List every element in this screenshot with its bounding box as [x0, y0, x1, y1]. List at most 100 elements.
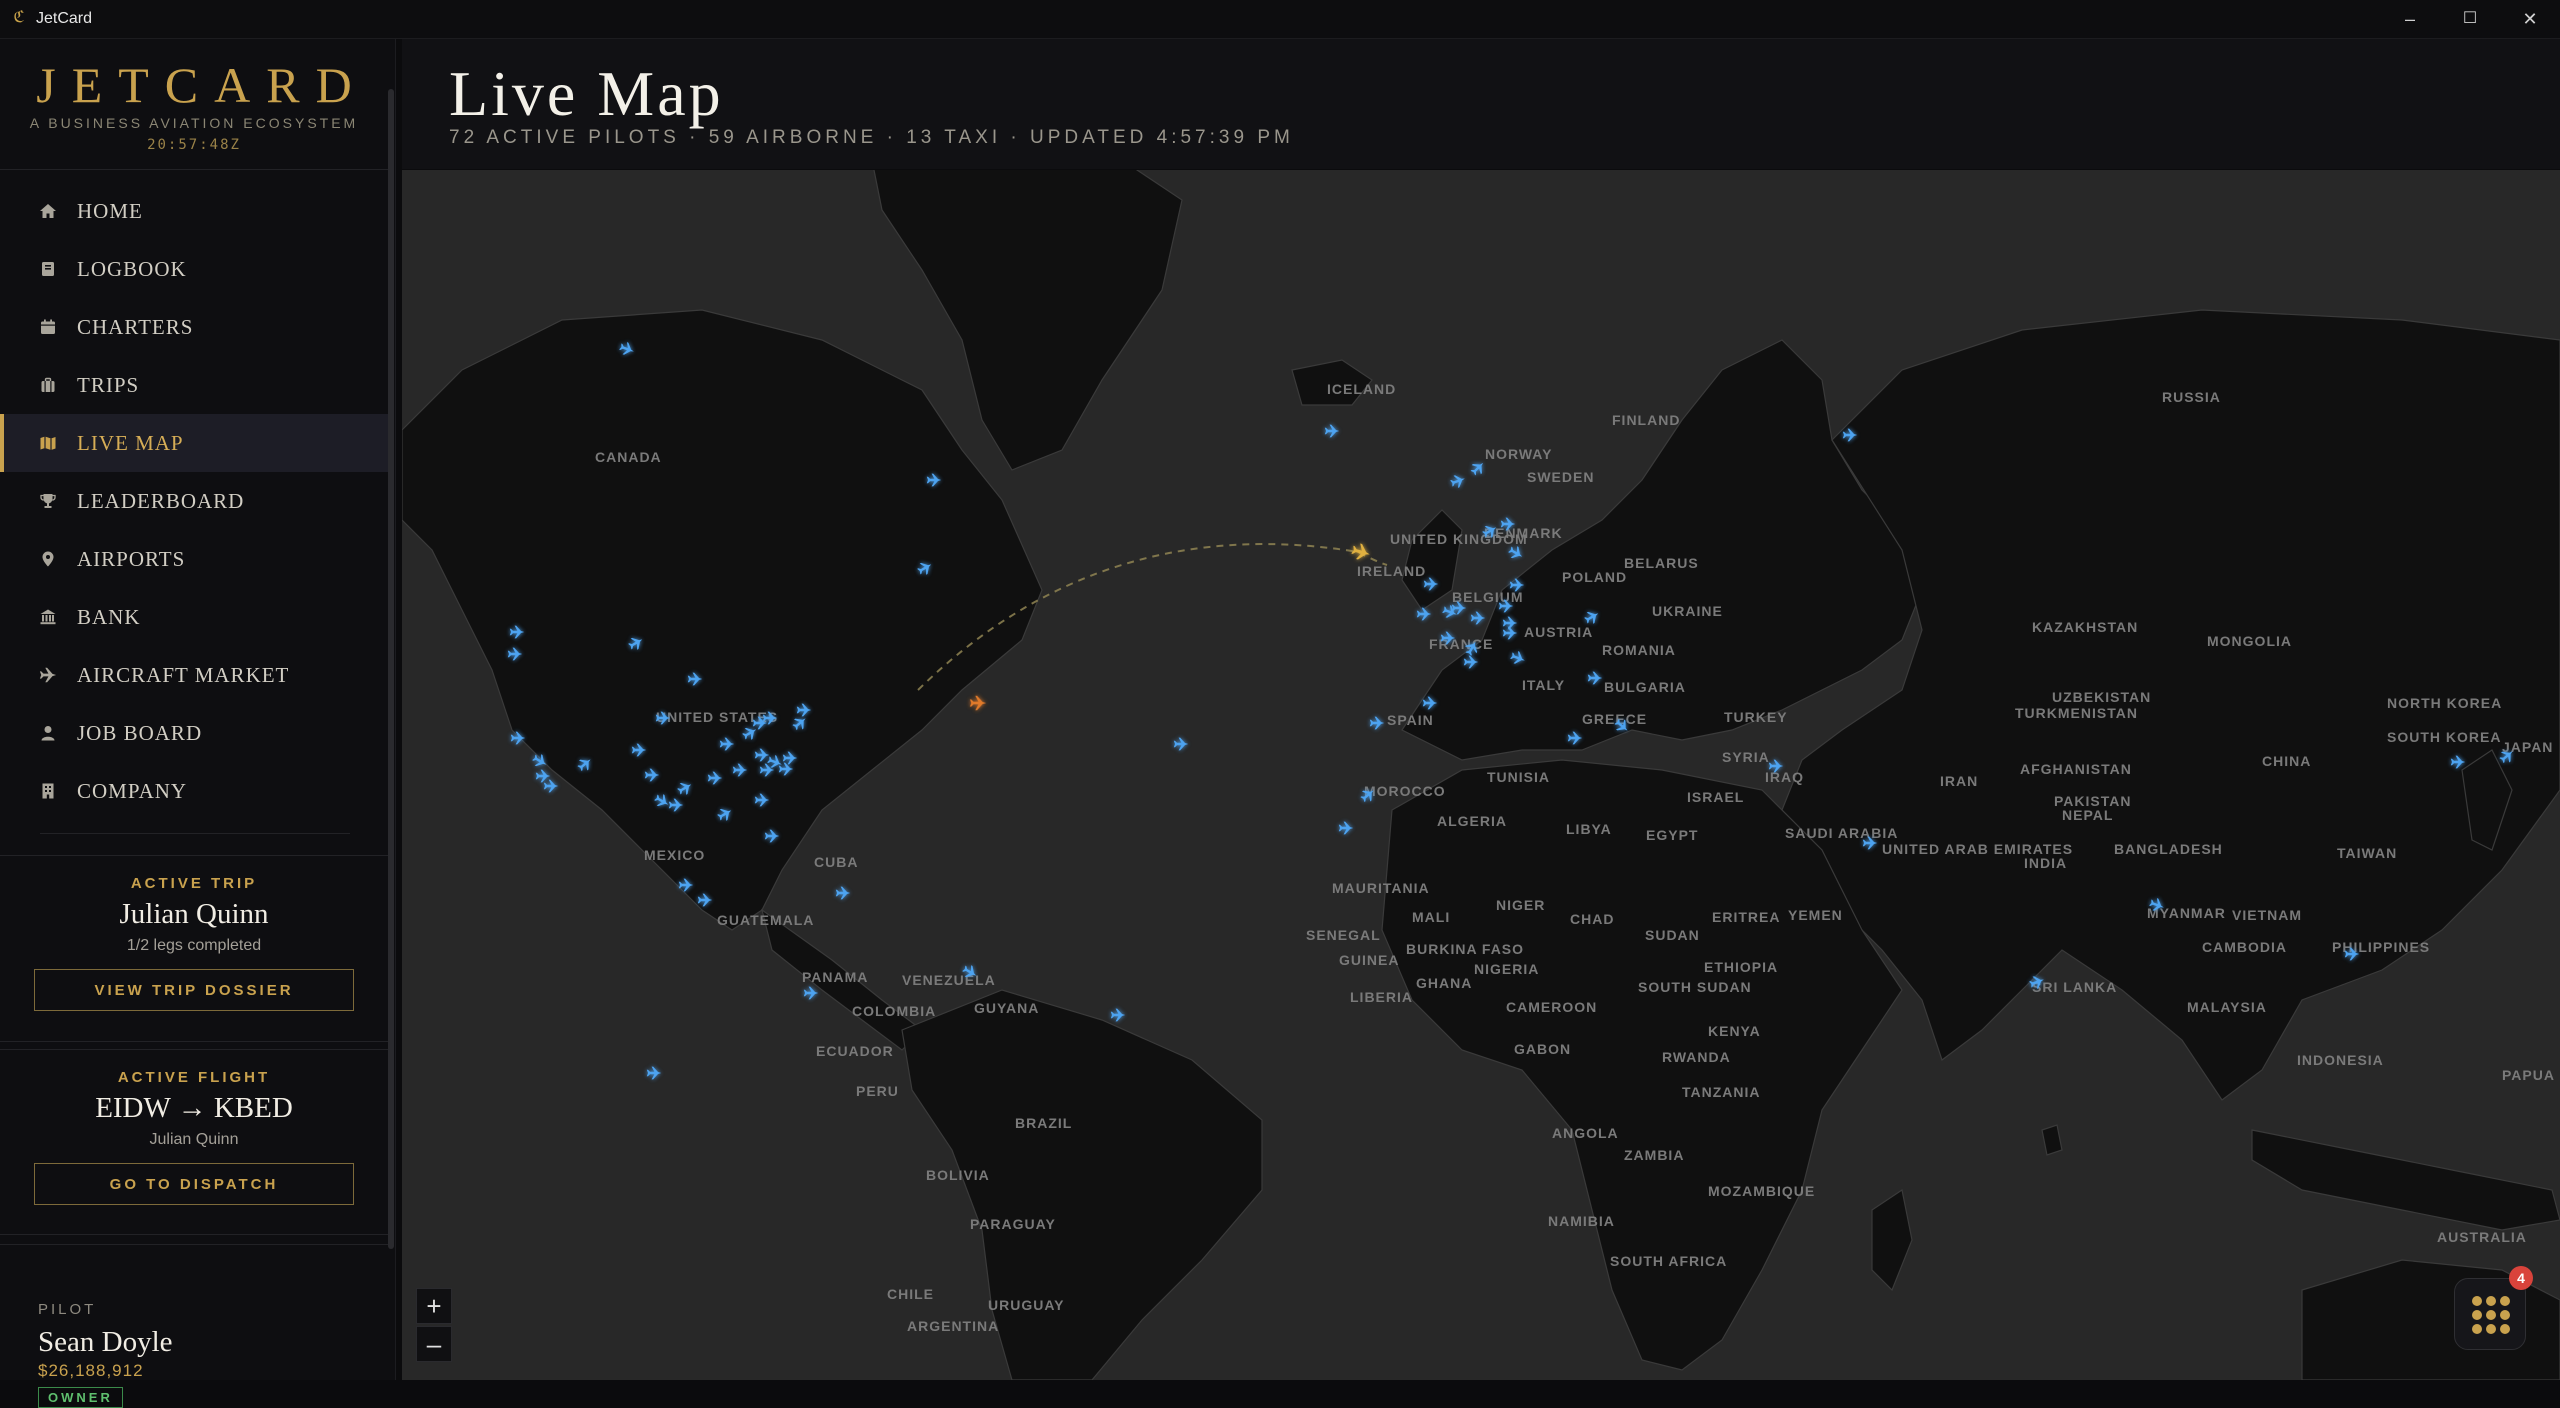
sidebar-item-trips[interactable]: TRIPS — [0, 356, 388, 414]
map-label: TURKEY — [1724, 709, 1788, 725]
aircraft-marker[interactable] — [543, 779, 559, 793]
aircraft-marker[interactable] — [535, 769, 551, 783]
map-label: LIBYA — [1566, 821, 1612, 837]
divider — [0, 855, 388, 856]
sidebar-item-company[interactable]: COMPANY — [0, 762, 388, 820]
map-label: GUYANA — [974, 1000, 1039, 1016]
aircraft-marker[interactable] — [1470, 611, 1486, 625]
map-label: SYRIA — [1722, 749, 1770, 765]
map-label: SOUTH SUDAN — [1638, 979, 1752, 995]
pilot-role-badge: OWNER — [38, 1387, 123, 1408]
map-label: BRAZIL — [1015, 1115, 1072, 1131]
aircraft-marker[interactable] — [1338, 821, 1354, 835]
map-label: BELGIUM — [1452, 589, 1524, 605]
zoom-in-button[interactable]: + — [416, 1288, 452, 1324]
sidebar-item-airports[interactable]: AIRPORTS — [0, 530, 388, 588]
aircraft-marker[interactable] — [1324, 424, 1340, 438]
map-label: TAIWAN — [2337, 845, 2397, 861]
sidebar-item-label: JOB BOARD — [77, 720, 203, 745]
map-label: ZAMBIA — [1624, 1147, 1684, 1163]
map-label: ANGOLA — [1552, 1125, 1619, 1141]
map-label: ALGERIA — [1437, 813, 1507, 829]
world-map[interactable]: ICELAND CANADA NORWAY SWEDEN FINLAND RUS… — [402, 170, 2560, 1380]
grid-icon — [2472, 1296, 2510, 1334]
sidebar-item-label: HOME — [77, 198, 143, 223]
sidebar-item-job-board[interactable]: JOB BOARD — [0, 704, 388, 762]
brand-name: JETCARD — [36, 57, 368, 113]
sidebar-item-leaderboard[interactable]: LEADERBOARD — [0, 472, 388, 530]
map-label: MOROCCO — [1364, 783, 1446, 799]
map-label: BURKINA FASO — [1406, 941, 1524, 957]
map-icon — [38, 433, 58, 453]
active-flight-pilot: Julian Quinn — [149, 1131, 239, 1148]
aircraft-marker[interactable] — [1449, 472, 1467, 490]
zoom-out-button[interactable]: – — [416, 1326, 452, 1362]
sidebar-item-bank[interactable]: BANK — [0, 588, 388, 646]
sidebar-item-label: AIRPORTS — [77, 546, 186, 571]
map-label: FINLAND — [1612, 412, 1680, 428]
map-label: GABON — [1514, 1041, 1571, 1057]
world-map-canvas[interactable]: ICELAND CANADA NORWAY SWEDEN FINLAND RUS… — [402, 170, 2560, 1380]
aircraft-marker[interactable] — [1173, 737, 1189, 751]
sidebar-item-live-map[interactable]: LIVE MAP — [0, 414, 388, 472]
map-label: KAZAKHSTAN — [2032, 619, 2138, 635]
aircraft-marker[interactable] — [1110, 1008, 1126, 1022]
aircraft-marker[interactable] — [1369, 716, 1385, 730]
map-label: GUINEA — [1339, 952, 1399, 968]
map-label: ITALY — [1522, 677, 1565, 693]
view-trip-dossier-button[interactable]: VIEW TRIP DOSSIER — [34, 969, 354, 1011]
map-label: MEXICO — [644, 847, 705, 863]
map-label: BOLIVIA — [926, 1167, 990, 1183]
calendar-icon — [38, 317, 58, 337]
map-label: IRAQ — [1765, 769, 1804, 785]
pilot-card: PILOT Sean Doyle $26,188,912 OWNER — [38, 1301, 173, 1408]
sidebar-item-charters[interactable]: CHARTERS — [0, 298, 388, 356]
map-label: MOZAMBIQUE — [1708, 1183, 1815, 1199]
divider — [0, 1041, 388, 1042]
bank-icon — [38, 607, 58, 627]
map-label: GUATEMALA — [717, 912, 814, 928]
aircraft-marker[interactable] — [1416, 607, 1432, 621]
map-label: GHANA — [1416, 975, 1472, 991]
aircraft-marker[interactable] — [803, 986, 819, 1000]
map-label: LIBERIA — [1350, 989, 1413, 1005]
map-label: INDIA — [2024, 855, 2067, 871]
window-titlebar: ℭ JetCard – ☐ ✕ — [0, 0, 2560, 39]
map-label: CHINA — [2262, 753, 2311, 769]
map-label: MONGOLIA — [2207, 633, 2292, 649]
page-subtitle: 72 ACTIVE PILOTS · 59 AIRBORNE · 13 TAXI… — [449, 127, 1294, 148]
aircraft-marker[interactable] — [1441, 603, 1459, 621]
sidebar-scrollbar[interactable] — [388, 89, 394, 1249]
map-label: AUSTRIA — [1524, 624, 1593, 640]
close-button[interactable]: ✕ — [2500, 0, 2560, 38]
aircraft-marker[interactable] — [835, 886, 851, 900]
brand-tagline: A BUSINESS AVIATION ECOSYSTEM — [29, 115, 359, 131]
map-label: NORTH KOREA — [2387, 695, 2502, 711]
sidebar-item-aircraft-market[interactable]: AIRCRAFT MARKET — [0, 646, 388, 704]
map-label: NEPAL — [2062, 807, 2113, 823]
map-label: UZBEKISTAN — [2052, 689, 2151, 705]
map-label: ISRAEL — [1687, 789, 1744, 805]
map-label: CHAD — [1570, 911, 1614, 927]
map-label: URUGUAY — [988, 1297, 1065, 1313]
sidebar-item-label: AIRCRAFT MARKET — [77, 662, 290, 687]
alert-aircraft-marker[interactable] — [969, 695, 987, 711]
map-label: NORWAY — [1485, 446, 1552, 462]
map-label: MAURITANIA — [1332, 880, 1430, 896]
minimize-button[interactable]: – — [2380, 0, 2440, 38]
landmasses — [402, 170, 2560, 1380]
sidebar-item-home[interactable]: HOME — [0, 182, 388, 240]
map-label: CUBA — [814, 854, 858, 870]
maximize-button[interactable]: ☐ — [2440, 0, 2500, 38]
pilot-label: PILOT — [38, 1301, 97, 1318]
map-label: ECUADOR — [816, 1043, 894, 1059]
aircraft-marker[interactable] — [646, 1066, 662, 1080]
go-to-dispatch-button[interactable]: GO TO DISPATCH — [34, 1163, 354, 1205]
active-trip-card: ACTIVE TRIP Julian Quinn 1/2 legs comple… — [0, 875, 388, 1011]
map-label: SENEGAL — [1306, 927, 1381, 943]
map-label: CAMBODIA — [2202, 939, 2287, 955]
sidebar-item-logbook[interactable]: LOGBOOK — [0, 240, 388, 298]
map-label: SUDAN — [1645, 927, 1700, 943]
page-header: Live Map 72 ACTIVE PILOTS · 59 AIRBORNE … — [402, 39, 2560, 169]
active-flight-aircraft-marker[interactable] — [1350, 541, 1372, 563]
